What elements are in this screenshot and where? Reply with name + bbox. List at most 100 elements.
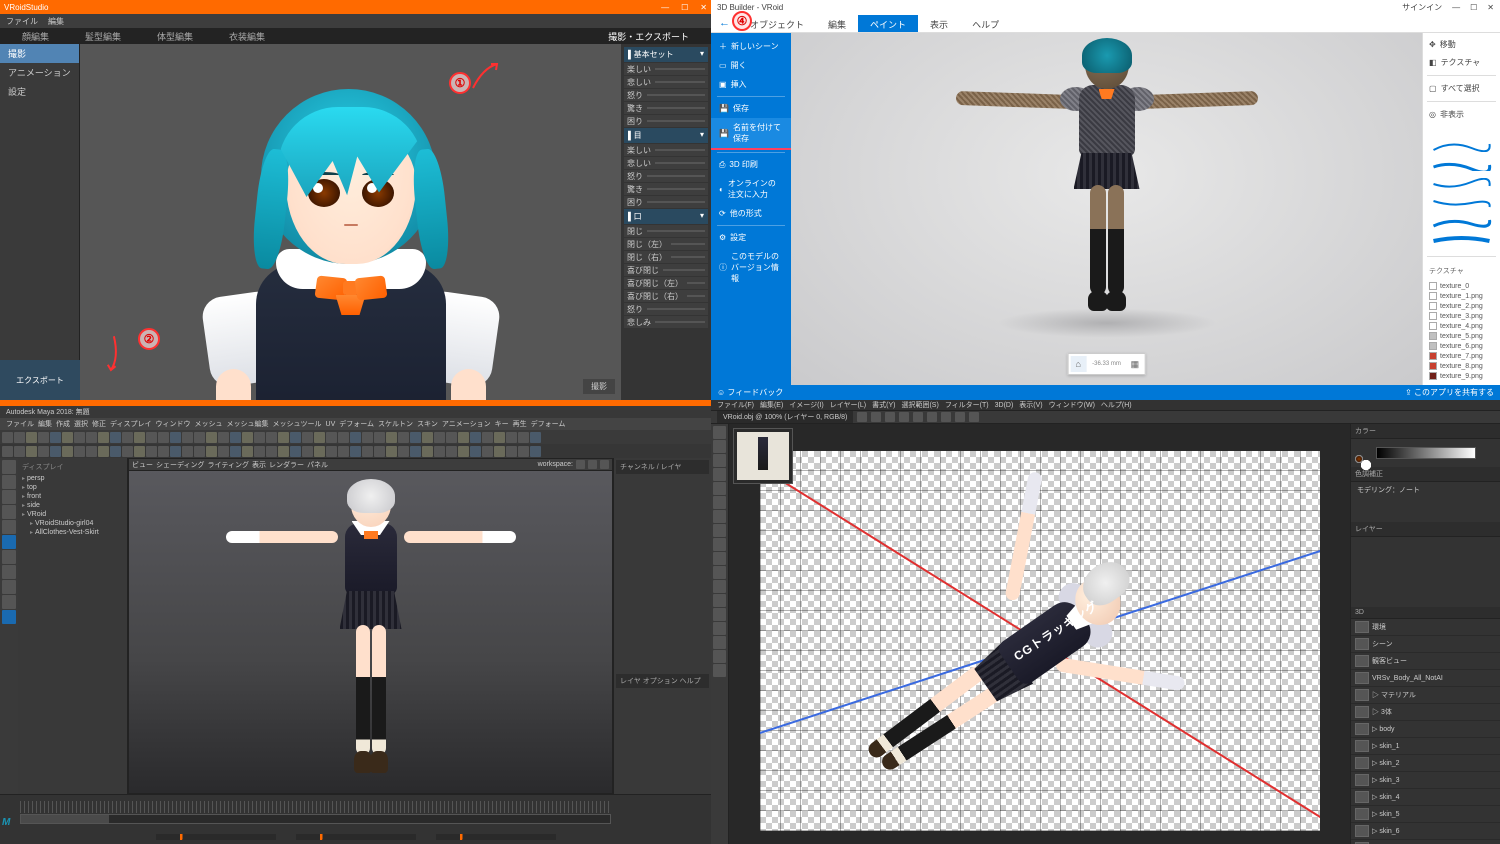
tool-path[interactable] xyxy=(713,622,726,635)
tool-gradient[interactable] xyxy=(713,566,726,579)
slider-sad[interactable]: 悲しい xyxy=(624,76,708,88)
3d-layer-10[interactable]: ▷ skin_4 xyxy=(1351,789,1500,806)
3d-layer-7[interactable]: ▷ skin_1 xyxy=(1351,738,1500,755)
menu-edit[interactable]: 編集 xyxy=(48,16,64,27)
slider-surprise[interactable]: 驚き xyxy=(624,102,708,114)
tool-eyedrop[interactable] xyxy=(713,496,726,509)
layer-5[interactable]: texture_5.png xyxy=(1427,331,1496,341)
sb-about[interactable]: ⓘこのモデルのバージョン情報 xyxy=(711,247,791,288)
builder-viewport[interactable]: ⌂ -36.33 mm ▦ xyxy=(791,33,1422,385)
3d-layer-4[interactable]: ▷ マテリアル xyxy=(1351,687,1500,704)
tool-lasso[interactable] xyxy=(2,475,16,489)
tool-move[interactable] xyxy=(2,490,16,504)
export-button[interactable]: エクスポート xyxy=(0,360,80,400)
panel-layers[interactable]: レイヤー xyxy=(1351,522,1500,537)
slider-happy[interactable]: 楽しい xyxy=(624,63,708,75)
layer-8[interactable]: texture_8.png xyxy=(1427,361,1496,371)
ps-navigator-overlay[interactable] xyxy=(733,428,793,484)
color-slider[interactable] xyxy=(1376,447,1476,459)
ribbon-tab-paint[interactable]: ペイント xyxy=(858,15,918,32)
tool-rotate[interactable] xyxy=(2,505,16,519)
ribbon-tab-view[interactable]: 表示 xyxy=(918,15,960,32)
slider-trouble[interactable]: 困り xyxy=(624,115,708,127)
sb-online-order[interactable]: ◐オンラインの注文に入力 xyxy=(711,174,791,204)
min-button[interactable]: — xyxy=(1452,3,1460,12)
maya-timeline[interactable]: M xyxy=(0,794,711,830)
3d-layer-2[interactable]: 観客ビュー xyxy=(1351,653,1500,670)
sb-insert[interactable]: ▣挿入 xyxy=(711,75,791,94)
sidebar-item-camera[interactable]: 撮影 xyxy=(0,44,79,63)
outliner-clothes[interactable]: AllClothes-Vest-Skirt xyxy=(20,528,125,537)
tool-move[interactable] xyxy=(713,426,726,439)
tool-zoom[interactable] xyxy=(713,664,726,677)
tool-heal[interactable] xyxy=(713,510,726,523)
menu-file[interactable]: ファイル xyxy=(6,16,38,27)
vroid-viewport[interactable]: 撮影 ① ② xyxy=(80,44,621,400)
tool-pen[interactable] xyxy=(713,594,726,607)
layer-header[interactable]: レイヤ オプション ヘルプ xyxy=(616,674,709,688)
ps-doc-tab[interactable]: VRoid.obj @ 100% (レイヤー 0, RGB/8) xyxy=(717,411,853,423)
maya-viewport[interactable]: ビュー シェーディング ライティング 表示 レンダラー パネル workspac… xyxy=(128,458,613,794)
3d-layer-1[interactable]: シーン xyxy=(1351,636,1500,653)
tab-face-edit[interactable]: 顔編集 xyxy=(4,28,67,44)
close-button[interactable]: ✕ xyxy=(700,3,707,12)
layer-2[interactable]: texture_2.png xyxy=(1427,301,1496,311)
layer-3[interactable]: texture_3.png xyxy=(1427,311,1496,321)
sign-in[interactable]: サインイン xyxy=(1402,2,1442,13)
tool-marquee[interactable] xyxy=(713,440,726,453)
outliner-persp[interactable]: persp xyxy=(20,474,125,483)
slider-angry[interactable]: 怒り xyxy=(624,89,708,101)
sb-save[interactable]: 💾保存 xyxy=(711,99,791,118)
tool-lasso[interactable] xyxy=(713,454,726,467)
tab-cloth-edit[interactable]: 衣装編集 xyxy=(211,28,283,44)
tool-texture[interactable]: ◧テクスチャ xyxy=(1427,55,1496,70)
camera-button[interactable]: 撮影 xyxy=(583,379,615,394)
tool-move[interactable]: ✥移動 xyxy=(1427,37,1496,52)
section-mouth[interactable]: ▌口▾ xyxy=(624,209,708,224)
tool-text[interactable] xyxy=(713,608,726,621)
ribbon-tab-help[interactable]: ヘルプ xyxy=(960,15,1011,32)
view-grid-icon[interactable]: ▦ xyxy=(1127,356,1143,372)
tool-last[interactable] xyxy=(2,535,16,549)
layer-1[interactable]: texture_1.png xyxy=(1427,291,1496,301)
outliner-top[interactable]: top xyxy=(20,483,125,492)
tool-wand[interactable] xyxy=(713,468,726,481)
section-basic-set[interactable]: ▌基本セット▾ xyxy=(624,47,708,62)
tool-eraser[interactable] xyxy=(713,552,726,565)
tool-brush[interactable] xyxy=(713,524,726,537)
close-button[interactable]: ✕ xyxy=(1487,3,1494,12)
tool-hide[interactable]: ◎非表示 xyxy=(1427,107,1496,122)
3d-layer-3[interactable]: VRSv_Body_All_NotAI xyxy=(1351,670,1500,687)
tool-selectall[interactable]: ▢すべて選択 xyxy=(1427,81,1496,96)
tool-shape[interactable] xyxy=(713,636,726,649)
tab-body-edit[interactable]: 体型編集 xyxy=(139,28,211,44)
channel-header[interactable]: チャンネル / レイヤ xyxy=(616,460,709,474)
3d-layer-5[interactable]: ▷ 3体 xyxy=(1351,704,1500,721)
3d-layer-9[interactable]: ▷ skin_3 xyxy=(1351,772,1500,789)
sb-settings[interactable]: ⚙設定 xyxy=(711,228,791,247)
ribbon-tab-object[interactable]: オブジェクト ④ xyxy=(738,15,816,32)
3d-layer-12[interactable]: ▷ skin_6 xyxy=(1351,823,1500,840)
layer-7[interactable]: texture_7.png xyxy=(1427,351,1496,361)
ribbon-tab-edit[interactable]: 編集 xyxy=(816,15,858,32)
outliner-vroid[interactable]: VRoid xyxy=(20,510,125,519)
3d-layer-13[interactable]: ▷ skin_7 xyxy=(1351,840,1500,844)
layer-0[interactable]: texture_0 xyxy=(1427,281,1496,291)
sb-other-format[interactable]: ⟳他の形式 xyxy=(711,204,791,223)
layer-6[interactable]: texture_6.png xyxy=(1427,341,1496,351)
layer-4[interactable]: texture_4.png xyxy=(1427,321,1496,331)
panel-adjust[interactable]: 色調補正 xyxy=(1351,467,1500,482)
3d-layer-6[interactable]: ▷ body xyxy=(1351,721,1500,738)
view-home-icon[interactable]: ⌂ xyxy=(1070,356,1086,372)
tool-stamp[interactable] xyxy=(713,538,726,551)
sidebar-item-settings[interactable]: 設定 xyxy=(0,82,79,101)
sb-new[interactable]: ＋新しいシーン xyxy=(711,37,791,56)
outliner-front[interactable]: front xyxy=(20,492,125,501)
sb-3dprint[interactable]: ⎙3D 印刷 xyxy=(711,155,791,174)
3d-layer-8[interactable]: ▷ skin_2 xyxy=(1351,755,1500,772)
max-button[interactable]: ☐ xyxy=(1470,3,1477,12)
outliner-side[interactable]: side xyxy=(20,501,125,510)
tab-hair-edit[interactable]: 髪型編集 xyxy=(67,28,139,44)
tool-blur[interactable] xyxy=(713,580,726,593)
tool-scale[interactable] xyxy=(2,520,16,534)
